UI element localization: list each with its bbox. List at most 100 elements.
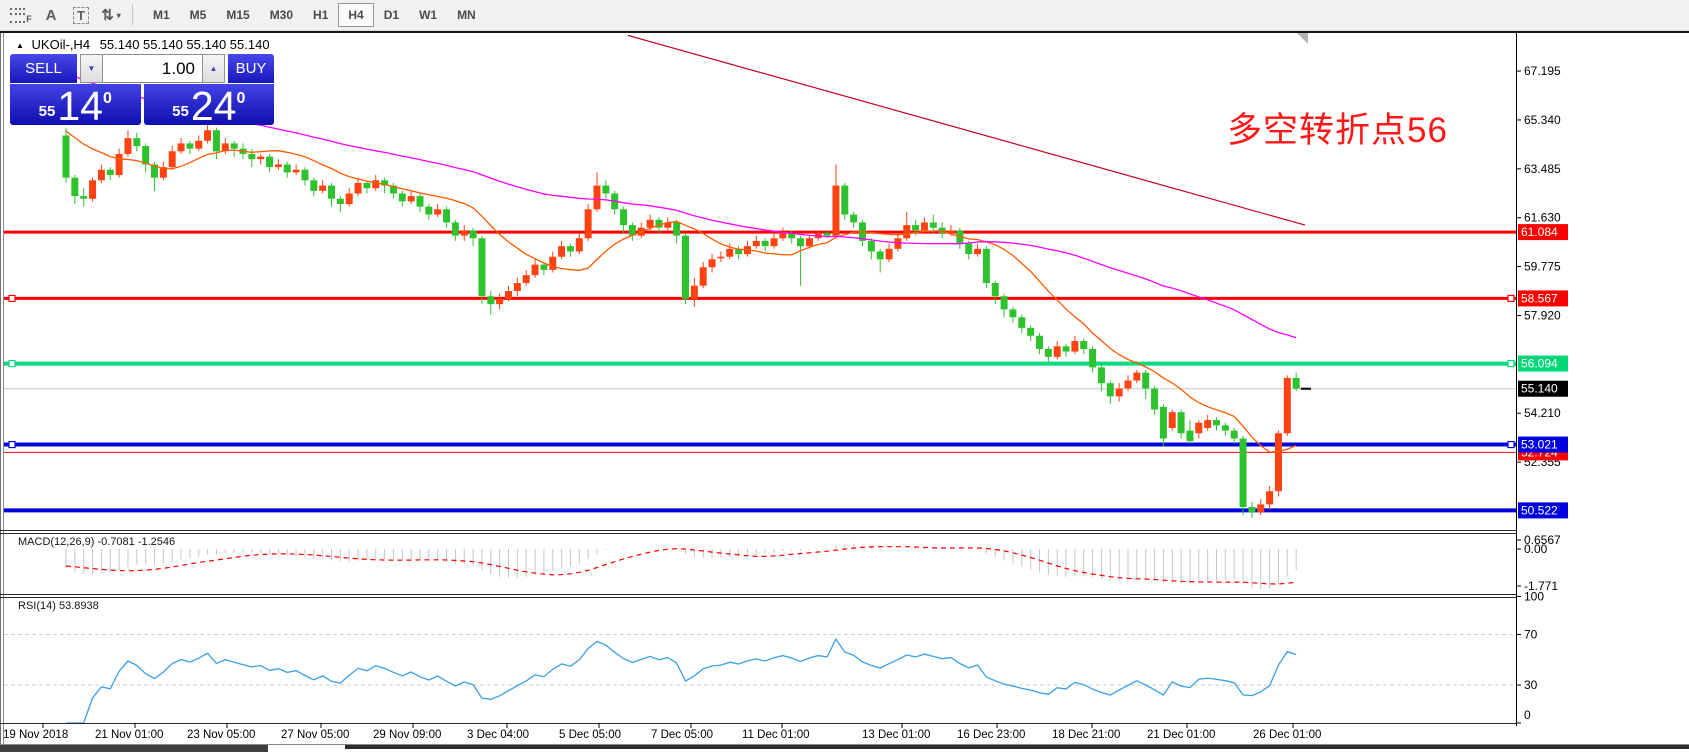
candle xyxy=(903,225,910,238)
panel-separator xyxy=(0,533,1516,534)
date-tick-label: 18 Dec 21:00 xyxy=(1052,729,1120,741)
candle xyxy=(1027,328,1034,336)
candle xyxy=(779,233,786,238)
date-tick-label: 21 Nov 01:00 xyxy=(95,729,163,741)
bid-superscript: 0 xyxy=(103,90,112,108)
sell-button[interactable]: SELL xyxy=(10,54,77,83)
candle xyxy=(1018,317,1025,328)
price-tick-label: 61.630 xyxy=(1524,211,1561,225)
level-handle[interactable] xyxy=(9,442,15,448)
candle xyxy=(709,259,716,267)
date-tick-label: 16 Dec 23:00 xyxy=(957,729,1025,741)
candle xyxy=(1204,420,1211,428)
price-tick-label: 67.195 xyxy=(1524,64,1561,78)
timeframe-mn-button[interactable]: MN xyxy=(447,3,486,27)
timeframe-d1-button[interactable]: D1 xyxy=(374,3,409,27)
timeframe-m5-button[interactable]: M5 xyxy=(180,3,217,27)
candle xyxy=(178,143,185,151)
candle xyxy=(771,238,778,246)
candle xyxy=(797,238,804,246)
candle xyxy=(620,209,627,225)
ask-superscript: 0 xyxy=(236,90,245,108)
timeframe-w1-button[interactable]: W1 xyxy=(409,3,447,27)
candle xyxy=(1293,378,1300,389)
dropdown-caret-icon[interactable]: ▾ xyxy=(117,11,121,20)
candle xyxy=(443,209,450,222)
buy-button[interactable]: BUY xyxy=(228,54,274,83)
candle xyxy=(399,193,406,201)
price-badge-label: 58.567 xyxy=(1521,291,1558,305)
candle xyxy=(319,186,326,191)
candle xyxy=(806,238,813,246)
price-tick-label: 63.485 xyxy=(1524,162,1561,176)
chart-window-left-border xyxy=(3,33,4,744)
symbol-label: UKOil-,H4 xyxy=(32,37,91,52)
rsi-pane xyxy=(4,634,1516,723)
level-handle[interactable] xyxy=(1508,295,1514,301)
candle xyxy=(1275,433,1282,491)
timeframe-m1-button[interactable]: M1 xyxy=(143,3,180,27)
level-handle[interactable] xyxy=(1508,442,1514,448)
level-handle[interactable] xyxy=(9,361,15,367)
candle xyxy=(877,251,884,259)
candle xyxy=(1231,431,1238,439)
timeframe-h4-button[interactable]: H4 xyxy=(338,3,373,27)
volume-decrease-button[interactable]: ▼ xyxy=(80,54,103,83)
candle xyxy=(355,183,362,194)
timeframe-h1-button[interactable]: H1 xyxy=(303,3,338,27)
text-tool-icon[interactable]: A xyxy=(38,3,64,27)
candle xyxy=(1125,381,1132,389)
candle xyxy=(717,257,724,259)
price-axis-line xyxy=(1516,33,1517,726)
timeframe-m30-button[interactable]: M30 xyxy=(260,3,303,27)
candle xyxy=(186,143,193,148)
chart-window-left-border xyxy=(0,33,1,744)
price-badge-label: 61.084 xyxy=(1521,225,1558,239)
panel-separator xyxy=(0,597,1516,598)
candle xyxy=(965,244,972,255)
volume-input[interactable]: 1.00 xyxy=(103,54,202,83)
rsi-tick-label: 30 xyxy=(1524,678,1538,692)
candle xyxy=(1178,412,1185,433)
candle xyxy=(540,265,547,270)
candle xyxy=(346,193,353,204)
date-tick-label: 23 Nov 05:00 xyxy=(187,729,255,741)
level-handle[interactable] xyxy=(1508,361,1514,367)
one-click-trading-panel: SELL ▼ 1.00 ▲ BUY 55140 55240 xyxy=(10,54,274,125)
candle xyxy=(567,246,574,251)
candle xyxy=(89,180,96,198)
bottom-strip-right[interactable] xyxy=(345,745,1689,749)
collapse-arrow-icon[interactable]: ▲ xyxy=(16,41,24,50)
price-tick-label: 65.340 xyxy=(1524,113,1561,127)
chart-window-top-border xyxy=(0,31,1689,33)
date-tick-label: 21 Dec 01:00 xyxy=(1147,729,1215,741)
candle xyxy=(487,296,494,304)
candle xyxy=(478,238,485,296)
candle xyxy=(594,186,601,210)
candle xyxy=(63,136,70,178)
timeframe-m15-button[interactable]: M15 xyxy=(216,3,259,27)
candle xyxy=(124,138,131,154)
level-handle[interactable] xyxy=(9,295,15,301)
candle xyxy=(673,222,680,235)
text-label-tool-icon[interactable]: T xyxy=(68,3,94,27)
chart-shift-marker[interactable] xyxy=(1297,33,1308,44)
buy-price-button[interactable]: 55240 xyxy=(144,84,275,125)
candle xyxy=(1186,431,1193,442)
arrows-tool-icon[interactable]: ⇅▾ xyxy=(98,3,124,27)
candle xyxy=(585,209,592,238)
candle xyxy=(293,170,300,173)
candle xyxy=(1107,383,1114,396)
date-tick-label: 5 Dec 05:00 xyxy=(559,729,621,741)
fibo-lines-tool-icon[interactable]: F xyxy=(8,3,34,27)
candle xyxy=(930,222,937,227)
sell-price-button[interactable]: 55140 xyxy=(10,84,141,125)
candle xyxy=(1045,349,1052,357)
chart-text-annotation[interactable]: 多空转折点56 xyxy=(1227,102,1448,153)
volume-increase-button[interactable]: ▲ xyxy=(202,54,225,83)
price-badge-label: 53.021 xyxy=(1521,438,1558,452)
rsi-indicator-label: RSI(14) 53.8938 xyxy=(18,600,99,612)
trendline[interactable] xyxy=(628,35,1305,225)
candle xyxy=(337,199,344,204)
bottom-strip-left[interactable] xyxy=(0,745,268,752)
